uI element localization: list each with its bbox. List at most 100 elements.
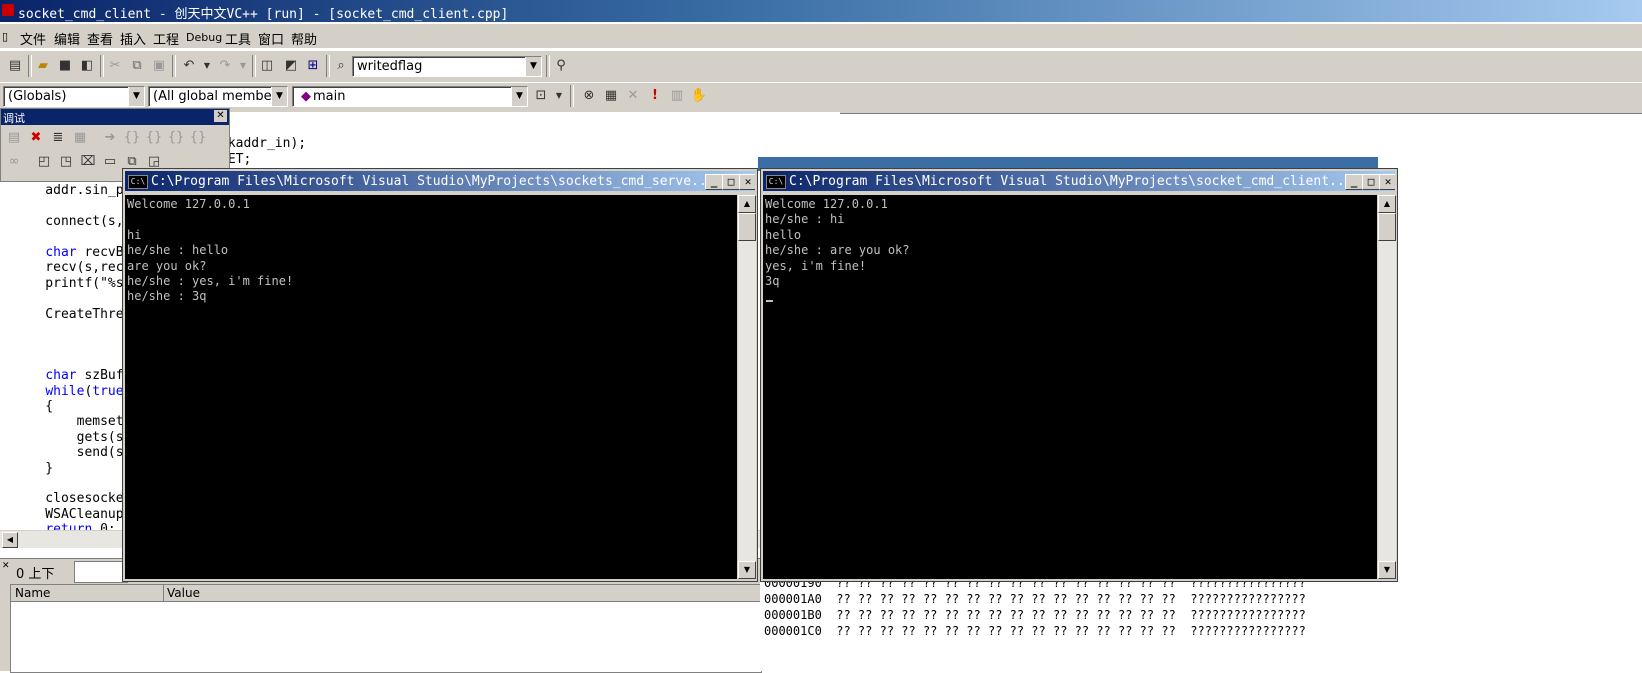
scroll-down-icon[interactable]: ▼ <box>738 561 756 579</box>
client-console-output[interactable]: Welcome 127.0.0.1 he/she : hi hello he/she … <box>763 195 1377 579</box>
menu-project[interactable]: 工程 <box>153 29 179 48</box>
class-combo[interactable]: (Globals) ▼ <box>3 86 145 107</box>
close-icon[interactable]: ✕ <box>739 174 755 190</box>
code-text: memset <box>14 414 124 430</box>
client-console-title: C:\Program Files\Microsoft Visual Studio… <box>789 174 1353 189</box>
quickwatch-icon[interactable]: ∞ <box>5 153 23 171</box>
menu-insert[interactable]: 插入 <box>120 29 146 48</box>
build-icon[interactable]: ▦ <box>602 87 620 105</box>
close-icon[interactable]: ✕ <box>1379 174 1395 190</box>
menu-window[interactable]: 窗口 <box>258 29 284 48</box>
find-in-files-icon[interactable]: ⌕ <box>332 57 350 75</box>
code-text: WSACleanup <box>14 506 124 522</box>
code-line: printf("%s <box>14 276 123 291</box>
console-line: he/she : are you ok? <box>765 243 910 258</box>
cut-icon[interactable]: ✂ <box>106 57 124 75</box>
execute-icon[interactable]: ! <box>646 87 664 105</box>
copy-icon[interactable]: ⧉ <box>128 57 146 75</box>
stop-build-icon[interactable]: ✕ <box>624 87 642 105</box>
menu-tools[interactable]: 工具 <box>225 29 251 48</box>
find-icon[interactable]: ⚲ <box>552 57 570 75</box>
chevron-down-icon[interactable]: ▼ <box>525 57 541 76</box>
scroll-down-icon[interactable]: ▼ <box>1378 561 1396 579</box>
server-console-output[interactable]: Welcome 127.0.0.1 hi he/she : hello are you… <box>125 195 737 579</box>
context-input[interactable] <box>74 561 128 583</box>
panel-close-icon[interactable]: ✕ <box>2 561 10 571</box>
break-icon[interactable]: ≣ <box>49 129 67 147</box>
code-text: gets(s <box>14 429 124 445</box>
open-folder-icon[interactable]: ▰ <box>34 57 52 75</box>
redo-icon[interactable]: ↷ <box>216 57 234 75</box>
insert-breakpoint-icon[interactable]: ✋ <box>690 87 708 105</box>
code-line: while(true <box>14 383 123 399</box>
client-console-window[interactable]: C:\ C:\Program Files\Microsoft Visual St… <box>760 168 1398 582</box>
workspace-icon[interactable]: ◫ <box>258 57 276 75</box>
step-over-icon[interactable]: {} <box>145 129 163 147</box>
menu-debug[interactable]: Debug <box>186 31 222 44</box>
minimize-icon[interactable]: _ <box>1345 174 1363 190</box>
redo-dropdown-icon[interactable]: ▼ <box>234 57 252 75</box>
scroll-up-icon[interactable]: ▲ <box>738 195 756 213</box>
maximize-icon[interactable]: □ <box>1362 174 1380 190</box>
console-line: Welcome 127.0.0.1 <box>765 197 888 211</box>
output-window-icon[interactable]: ◩ <box>282 57 300 75</box>
column-header-name[interactable]: Name <box>15 586 50 600</box>
variables-window-icon[interactable]: ◳ <box>57 153 75 171</box>
app-title-bar[interactable]: socket_cmd_client - 创天中文VC++ [run] - [so… <box>0 0 1642 22</box>
wizard-action-icon[interactable]: ⊡ <box>532 87 550 105</box>
code-keyword: while <box>45 383 85 399</box>
menu-view[interactable]: 查看 <box>87 29 113 48</box>
chevron-down-icon[interactable]: ▼ <box>128 87 144 106</box>
menu-edit[interactable]: 编辑 <box>54 29 80 48</box>
function-combo[interactable]: ◆ main ▼ <box>292 86 528 107</box>
code-line: closesocke <box>14 491 123 506</box>
undo-icon[interactable]: ↶ <box>180 57 198 75</box>
server-console-title-bar[interactable]: C:\ C:\Program Files\Microsoft Visual St… <box>125 171 755 191</box>
scroll-thumb[interactable] <box>1378 213 1396 241</box>
step-out-icon[interactable]: {} <box>167 129 185 147</box>
show-next-statement-icon[interactable]: ➔ <box>101 129 119 147</box>
undo-dropdown-icon[interactable]: ▼ <box>198 57 216 75</box>
server-console-scrollbar[interactable]: ▲ ▼ <box>737 195 756 579</box>
members-combo[interactable]: (All global members ▼ <box>148 86 288 107</box>
console-line: Welcome 127.0.0.1 <box>127 197 250 211</box>
column-header-value[interactable]: Value <box>167 586 200 600</box>
watch-window-icon[interactable]: ◰ <box>35 153 53 171</box>
maximize-icon[interactable]: □ <box>722 174 740 190</box>
menu-file[interactable]: 文件 <box>20 29 46 48</box>
code-text: CreateThre <box>14 306 124 322</box>
registers-window-icon[interactable]: ⌧ <box>79 153 97 171</box>
console-line: hello <box>765 227 802 242</box>
run-to-cursor-icon[interactable]: {} <box>189 129 207 147</box>
apply-code-changes-icon[interactable]: ▦ <box>71 129 89 147</box>
scroll-up-icon[interactable]: ▲ <box>1378 195 1396 213</box>
watch-table[interactable]: Name Value <box>10 584 762 673</box>
scroll-thumb[interactable] <box>738 213 756 241</box>
menu-help[interactable]: 帮助 <box>291 29 317 48</box>
memory-window[interactable]: 00000190 ?? ?? ?? ?? ?? ?? ?? ?? ?? ?? ?… <box>760 576 1380 671</box>
compile-icon[interactable]: ⊗ <box>580 87 598 105</box>
chevron-down-icon[interactable]: ▼ <box>511 87 527 106</box>
paste-icon[interactable]: ▣ <box>150 57 168 75</box>
debug-toolbar-title-bar[interactable]: 调试 ✕ <box>1 109 229 125</box>
stop-debugging-icon[interactable]: ✖ <box>27 129 45 147</box>
find-combo[interactable]: writedflag ▼ <box>352 56 542 77</box>
memory-row: 000001C0 ?? ?? ?? ?? ?? ?? ?? ?? ?? ?? ?… <box>764 624 1306 638</box>
server-console-window[interactable]: C:\ C:\Program Files\Microsoft Visual St… <box>122 168 758 582</box>
restart-icon[interactable]: ▤ <box>5 129 23 147</box>
go-icon[interactable]: ▥ <box>668 87 686 105</box>
window-list-icon[interactable]: ⊞ <box>304 57 322 75</box>
memory-window-icon[interactable]: ▭ <box>101 153 119 171</box>
save-icon[interactable]: ■ <box>56 57 74 75</box>
save-all-icon[interactable]: ◧ <box>78 57 96 75</box>
step-into-icon[interactable]: {} <box>123 129 141 147</box>
minimize-icon[interactable]: _ <box>705 174 723 190</box>
chevron-down-icon[interactable]: ▼ <box>271 87 287 106</box>
wizard-action-dropdown-icon[interactable]: ▼ <box>550 87 568 105</box>
scroll-left-icon[interactable]: ◀ <box>2 532 18 548</box>
new-file-icon[interactable]: ▤ <box>6 57 24 75</box>
close-icon[interactable]: ✕ <box>214 110 227 122</box>
client-console-scrollbar[interactable]: ▲ ▼ <box>1377 195 1396 579</box>
client-console-title-bar[interactable]: C:\ C:\Program Files\Microsoft Visual St… <box>763 171 1395 191</box>
